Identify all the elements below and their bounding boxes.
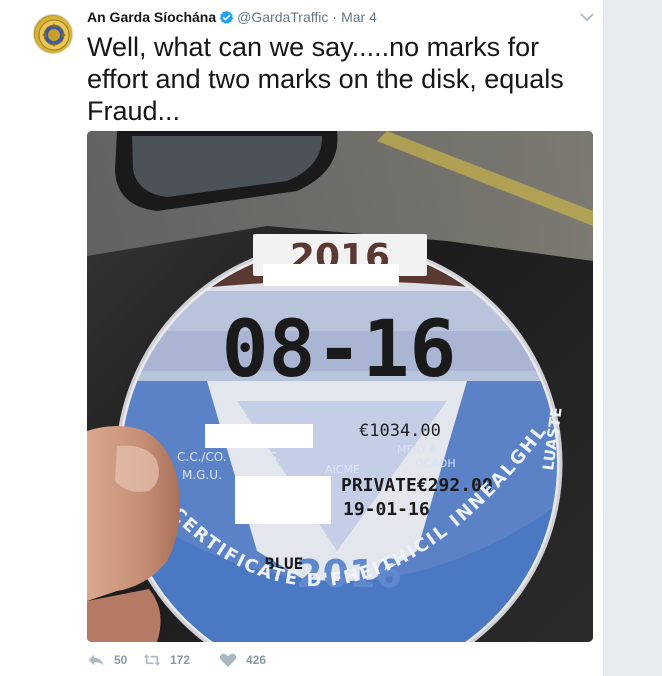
disc-cc-code: C.C./CO.	[177, 450, 227, 464]
retweet-button[interactable]: 172	[143, 650, 219, 670]
verified-badge-icon	[219, 10, 234, 25]
tweet-header: An Garda Síochána @GardaTraffic · Mar 4	[87, 8, 377, 26]
tweet-photo[interactable]: 2016 08-16 €1034.00 MEID A OCADH C.C./CO…	[87, 131, 593, 642]
disc-expiry-date: 08-16	[222, 305, 457, 395]
author-name[interactable]: An Garda Síochána	[87, 8, 216, 26]
author-handle[interactable]: @GardaTraffic	[237, 8, 328, 26]
reply-icon	[88, 654, 104, 666]
tweet-timestamp[interactable]: Mar 4	[341, 8, 377, 26]
reply-count: 50	[114, 653, 128, 667]
disc-private-line: PRIVATE€292.00	[341, 475, 493, 496]
like-count: 426	[246, 653, 267, 667]
disc-meid: MEID A	[397, 443, 437, 456]
disc-amount: €1034.00	[359, 421, 441, 441]
retweet-icon	[143, 654, 161, 666]
tax-disc-photo: 2016 08-16 €1034.00 MEID A OCADH C.C./CO…	[87, 131, 593, 642]
retweet-count: 172	[170, 653, 191, 667]
header-separator: ·	[332, 9, 338, 25]
tweet-actions: 50 172 426	[87, 650, 279, 670]
garda-crest-icon	[35, 16, 72, 53]
disc-mgu: M.G.U.	[182, 468, 222, 482]
disc-issue-date: 19-01-16	[343, 499, 430, 520]
like-button[interactable]: 426	[219, 650, 279, 670]
tweet-card[interactable]: An Garda Síochána @GardaTraffic · Mar 4 …	[0, 0, 604, 676]
tweet-text: Well, what can we say.....no marks for e…	[87, 32, 564, 126]
chevron-down-icon[interactable]	[578, 9, 596, 25]
reply-button[interactable]: 50	[87, 650, 143, 670]
author-avatar[interactable]	[33, 14, 73, 54]
heart-icon	[219, 653, 237, 667]
disc-cs-code: C.S.	[257, 450, 281, 464]
disc-ocadh: OCADH	[415, 457, 456, 470]
